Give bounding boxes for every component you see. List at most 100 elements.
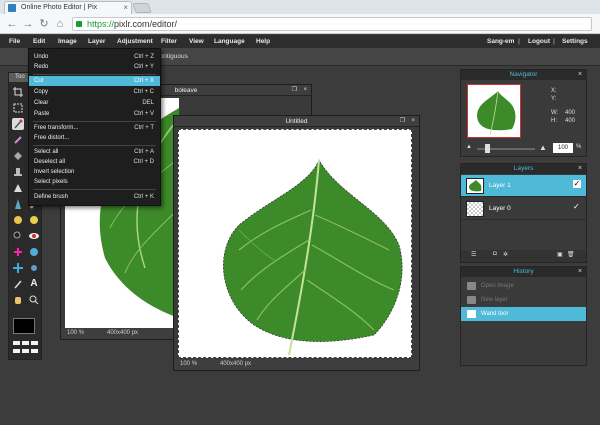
pinch-tool-icon[interactable] xyxy=(12,262,24,274)
browser-tab[interactable]: Online Photo Editor | Pix × xyxy=(4,1,132,14)
document-canvas[interactable] xyxy=(178,129,412,358)
red-eye-tool-icon[interactable] xyxy=(28,230,40,242)
view-grid-icon[interactable] xyxy=(22,341,29,345)
burn-tool-icon[interactable] xyxy=(12,230,24,242)
close-icon[interactable]: × xyxy=(578,267,582,277)
drawing-tool-icon[interactable] xyxy=(12,182,24,194)
view-grid-icon[interactable] xyxy=(13,341,20,345)
menu-item-clear[interactable]: Clear DEL xyxy=(29,98,160,108)
zoom-in-mountain-icon[interactable]: ▲ xyxy=(539,143,547,152)
tab-close-icon[interactable]: × xyxy=(123,2,128,14)
document-statusbar: 100 % 400x400 px xyxy=(174,359,419,370)
history-item-label: Wand tool xyxy=(481,311,508,317)
menu-layer[interactable]: Layer xyxy=(88,35,105,48)
view-grid-icon[interactable] xyxy=(22,349,29,353)
menu-language[interactable]: Language xyxy=(214,35,245,48)
restore-icon[interactable]: ❐ xyxy=(292,85,297,96)
close-icon[interactable]: × xyxy=(578,70,582,80)
layer-row-layer-1[interactable]: Layer 1 ✓ xyxy=(461,175,586,197)
layer-visibility-checkbox[interactable]: ✓ xyxy=(573,180,581,188)
new-tab-button[interactable] xyxy=(132,3,152,13)
restore-icon[interactable]: ❐ xyxy=(400,116,405,127)
menu-item-redo[interactable]: Redo Ctrl + Y xyxy=(29,62,160,72)
dodge-tool-icon[interactable] xyxy=(28,214,40,226)
document-title: Untitled ❐ × xyxy=(174,116,419,127)
history-title: History xyxy=(461,267,586,277)
document-window-front[interactable]: Untitled ❐ × 100 % 400x400 px xyxy=(173,115,420,371)
menu-image[interactable]: Image xyxy=(58,35,77,48)
layer-styles-icon[interactable]: ✲ xyxy=(503,251,508,258)
nav-w-value: 400 xyxy=(565,110,576,116)
close-icon[interactable]: × xyxy=(303,85,307,96)
menu-item-copy[interactable]: Copy Ctrl + C xyxy=(29,87,160,97)
menu-item-deselect-all[interactable]: Deselect all Ctrl + D xyxy=(29,157,160,167)
back-arrow-icon[interactable]: ← xyxy=(6,17,18,31)
home-icon[interactable]: ⌂ xyxy=(54,17,66,31)
zoom-out-mountain-icon[interactable]: ▲ xyxy=(466,144,472,150)
user-name[interactable]: Sang-em xyxy=(487,35,514,48)
type-tool-icon[interactable]: A xyxy=(28,278,40,290)
view-grid-icon[interactable] xyxy=(13,349,20,353)
marquee-tool-icon[interactable] xyxy=(12,102,24,114)
layer-thumbnail xyxy=(466,201,484,217)
layer-row-layer-0[interactable]: Layer 0 ✓ xyxy=(461,198,586,220)
menu-adjustment[interactable]: Adjustment xyxy=(117,35,153,48)
new-layer-icon[interactable]: ▣ xyxy=(557,251,563,258)
delete-layer-icon[interactable]: 🗑 xyxy=(567,251,575,258)
menu-edit[interactable]: Edit xyxy=(33,35,45,48)
sharpen-tool-icon[interactable] xyxy=(12,198,24,210)
view-grid-icon[interactable] xyxy=(31,341,38,345)
close-icon[interactable]: × xyxy=(578,164,582,174)
color-picker-tool-icon[interactable] xyxy=(28,262,40,274)
spot-heal-tool-icon[interactable] xyxy=(12,246,24,258)
history-item[interactable]: Wand tool xyxy=(461,307,586,321)
menu-help[interactable]: Help xyxy=(256,35,270,48)
menu-item-free-distort[interactable]: Free distort... xyxy=(29,133,160,143)
menu-item-select-all[interactable]: Select all Ctrl + A xyxy=(29,147,160,157)
layer-settings-icon[interactable]: ☰ xyxy=(471,251,476,258)
reload-icon[interactable]: ↻ xyxy=(38,17,50,31)
clone-stamp-tool-icon[interactable] xyxy=(12,166,24,178)
menu-separator xyxy=(33,121,156,122)
browser-tabstrip: Online Photo Editor | Pix × xyxy=(0,0,600,14)
history-item[interactable]: New layer xyxy=(461,293,586,307)
menu-item-define-brush[interactable]: Define brush Ctrl + K xyxy=(29,192,160,202)
menu-item-select-pixels[interactable]: Select pixels xyxy=(29,177,160,187)
nav-w-label: W: xyxy=(551,110,559,116)
logout-link[interactable]: Logout xyxy=(528,35,550,48)
foreground-color-swatch[interactable] xyxy=(13,318,35,334)
layer-mask-icon[interactable]: ◘ xyxy=(493,251,497,257)
crop-tool-icon[interactable] xyxy=(12,86,24,98)
lock-icon xyxy=(76,21,82,27)
history-item[interactable]: Open image xyxy=(461,279,586,293)
zoom-tool-icon[interactable] xyxy=(28,294,40,306)
zoom-input[interactable]: 100 xyxy=(553,143,573,153)
sponge-tool-icon[interactable] xyxy=(12,214,24,226)
menu-item-cut[interactable]: Cut Ctrl + X xyxy=(29,76,160,86)
address-bar[interactable]: https://pixlr.com/editor/ xyxy=(72,17,592,31)
menu-view[interactable]: View xyxy=(189,35,204,48)
zoom-slider-handle[interactable] xyxy=(485,144,490,153)
close-icon[interactable]: × xyxy=(411,116,415,127)
navigator-thumbnail[interactable] xyxy=(467,84,521,138)
fill-bucket-tool-icon[interactable] xyxy=(12,150,24,162)
zoom-readout: 100 % xyxy=(180,361,198,367)
menu-item-free-transform[interactable]: Free transform... Ctrl + T xyxy=(29,123,160,133)
browser-toolbar: ← → ↻ ⌂ https://pixlr.com/editor/ xyxy=(0,14,600,34)
menu-filter[interactable]: Filter xyxy=(161,35,177,48)
layer-thumbnail xyxy=(466,178,484,194)
view-grid-icon[interactable] xyxy=(31,349,38,353)
hand-tool-icon[interactable] xyxy=(12,294,24,306)
eyedropper-tool-icon[interactable] xyxy=(12,278,24,290)
brush-tool-icon[interactable] xyxy=(12,134,24,146)
settings-link[interactable]: Settings xyxy=(562,35,588,48)
magic-wand-tool-icon[interactable] xyxy=(12,118,24,130)
menu-file[interactable]: File xyxy=(9,35,20,48)
browser-tab-title: Online Photo Editor | Pix xyxy=(21,4,98,11)
forward-arrow-icon[interactable]: → xyxy=(22,17,34,31)
menu-item-paste[interactable]: Paste Ctrl + V xyxy=(29,109,160,119)
bloat-tool-icon[interactable] xyxy=(28,246,40,258)
menu-item-invert-selection[interactable]: Invert selection xyxy=(29,167,160,177)
menu-item-undo[interactable]: Undo Ctrl + Z xyxy=(29,52,160,62)
layer-visibility-checkbox[interactable]: ✓ xyxy=(573,203,581,211)
